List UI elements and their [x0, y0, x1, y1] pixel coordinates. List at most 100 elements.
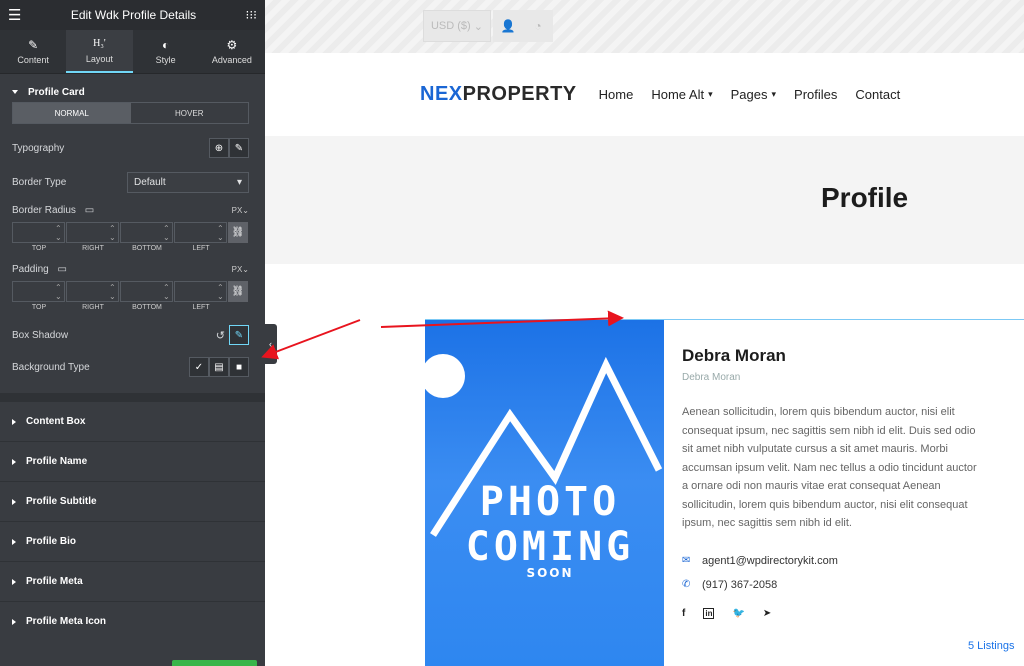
photo-text-2: COMING: [466, 524, 635, 570]
profile-subtitle: Debra Moran: [682, 372, 741, 383]
caret-down-icon: ▾: [236, 177, 242, 188]
email-link[interactable]: agent1@wpdirectorykit.com: [702, 555, 838, 567]
edit-icon[interactable]: ✎: [229, 138, 249, 158]
brush-icon[interactable]: ✓: [189, 357, 209, 377]
units-select[interactable]: PX⌄: [232, 206, 249, 215]
radius-right-input[interactable]: [66, 222, 119, 243]
twitter-icon[interactable]: 🐦: [732, 608, 744, 619]
caret-down-icon: [12, 90, 18, 94]
caret-right-icon: [12, 418, 16, 425]
panel-tabs: ✎ Content H₃' Layout ◐ Style ⚙ Advanced: [0, 30, 265, 74]
padding-left-input[interactable]: [174, 281, 227, 302]
border-radius-inputs: ⛓: [12, 222, 249, 243]
phone-row: ✆ (917) 367-2058: [682, 579, 982, 591]
padding-top-input[interactable]: [12, 281, 65, 302]
tab-content[interactable]: ✎ Content: [0, 30, 66, 73]
listings-link[interactable]: 5 Listings: [968, 640, 1014, 652]
caret-right-icon: [12, 578, 16, 585]
state-normal[interactable]: NORMAL: [13, 103, 131, 123]
nav-home[interactable]: Home: [599, 87, 634, 102]
units-select[interactable]: PX⌄: [232, 265, 249, 274]
profile-name: Debra Moran: [682, 346, 786, 365]
tab-advanced[interactable]: ⚙ Advanced: [199, 30, 265, 73]
section-profile-bio[interactable]: Profile Bio: [0, 521, 265, 561]
linkedin-icon[interactable]: in: [703, 607, 715, 619]
caret-right-icon: [12, 618, 16, 625]
globe-icon[interactable]: ⊕: [209, 138, 229, 158]
page-title: Profile: [821, 182, 909, 213]
background-type-label: Background Type: [12, 361, 90, 373]
box-shadow-label: Box Shadow: [12, 329, 69, 341]
grid-icon[interactable]: ⁝⁝⁝: [246, 8, 257, 22]
panel-title: Edit Wdk Profile Details: [70, 8, 197, 22]
photo-text-1: PHOTO: [480, 479, 620, 525]
page-header: Profile: [265, 136, 1024, 264]
main-nav: NEXPROPERTY Home Home Alt ▾ Pages ▾ Profil…: [265, 53, 1024, 136]
section-content-box[interactable]: Content Box: [0, 401, 265, 441]
page-preview: USD ($) ⌄ 👤 ◔ NEXPROPERTY Home Home Alt ▾…: [265, 0, 1024, 666]
social-links: f in 🐦 ➤: [682, 607, 982, 619]
section-profile-name[interactable]: Profile Name: [0, 441, 265, 481]
video-icon[interactable]: ■: [229, 357, 249, 377]
radius-top-input[interactable]: [12, 222, 65, 243]
facebook-icon[interactable]: f: [682, 608, 685, 619]
padding-right-input[interactable]: [66, 281, 119, 302]
nav-contact[interactable]: Contact: [855, 87, 900, 102]
reset-icon[interactable]: ↺: [216, 329, 225, 342]
top-bar: USD ($) ⌄ 👤 ◔: [265, 0, 1024, 53]
border-radius-label: Border Radius: [12, 205, 76, 216]
background-type-row: Background Type ✓ ▤ ■: [12, 357, 249, 377]
radius-left-input[interactable]: [174, 222, 227, 243]
nav-home-alt[interactable]: Home Alt ▾: [651, 87, 712, 102]
border-type-select[interactable]: Default ▾: [127, 172, 249, 193]
caret-right-icon: [12, 538, 16, 545]
padding-labels: TOP RIGHT BOTTOM LEFT: [31, 304, 210, 311]
tab-layout[interactable]: H₃' Layout: [66, 30, 133, 73]
profile-card-controls: NORMAL HOVER Typography ⊕ ✎ Border Type D…: [0, 102, 265, 377]
padding-bottom-input[interactable]: [120, 281, 173, 302]
edit-icon[interactable]: ✎: [229, 325, 249, 345]
pencil-icon: ✎: [28, 37, 39, 52]
envelope-icon: ✉: [682, 555, 691, 566]
nav-pages[interactable]: Pages ▾: [731, 87, 776, 102]
telegram-icon[interactable]: ➤: [763, 608, 771, 619]
box-shadow-row: Box Shadow ↺ ✎: [12, 325, 249, 345]
typography-row: Typography ⊕ ✎: [12, 138, 249, 158]
padding-row: Padding ▭ PX⌄: [12, 264, 249, 275]
radius-bottom-input[interactable]: [120, 222, 173, 243]
caret-right-icon: [12, 498, 16, 505]
email-row: ✉ agent1@wpdirectorykit.com: [682, 555, 982, 567]
section-divider: [0, 393, 265, 401]
dashboard-icon[interactable]: ◔: [523, 10, 553, 42]
state-hover[interactable]: HOVER: [131, 103, 249, 123]
typography-label: Typography: [12, 142, 65, 154]
heading-icon: H₃': [93, 37, 106, 49]
phone-icon: ✆: [682, 579, 691, 590]
half-circle-icon: ◐: [162, 37, 170, 52]
panel-header: ☰ Edit Wdk Profile Details ⁝⁝⁝: [0, 0, 265, 30]
profile-bio: Aenean sollicitudin, lorem quis bibendum…: [682, 406, 977, 529]
border-type-label: Border Type: [12, 177, 67, 188]
section-profile-meta-icon[interactable]: Profile Meta Icon: [0, 601, 265, 641]
nav-profiles[interactable]: Profiles: [794, 87, 837, 102]
chevron-down-icon: ▾: [708, 89, 713, 99]
tab-style[interactable]: ◐ Style: [133, 30, 199, 73]
phone-link[interactable]: (917) 367-2058: [702, 579, 777, 591]
padding-inputs: ⛓: [12, 281, 249, 302]
border-radius-labels: TOP RIGHT BOTTOM LEFT: [31, 245, 210, 252]
profile-info: Debra Moran Debra Moran Aenean sollicitu…: [682, 346, 982, 619]
desktop-icon[interactable]: ▭: [85, 205, 94, 216]
gradient-icon[interactable]: ▤: [209, 357, 229, 377]
user-add-icon[interactable]: 👤: [493, 10, 523, 42]
update-button[interactable]: [172, 660, 257, 666]
menu-icon[interactable]: ☰: [8, 6, 21, 24]
site-logo[interactable]: NEXPROPERTY: [420, 83, 577, 106]
currency-select[interactable]: USD ($) ⌄: [423, 10, 491, 42]
link-icon[interactable]: ⛓: [228, 222, 248, 243]
photo-text-3: SOON: [526, 566, 573, 580]
desktop-icon[interactable]: ▭: [57, 264, 66, 275]
link-icon[interactable]: ⛓: [228, 281, 248, 302]
state-toggle: NORMAL HOVER: [12, 102, 249, 124]
section-profile-subtitle[interactable]: Profile Subtitle: [0, 481, 265, 521]
section-profile-meta[interactable]: Profile Meta: [0, 561, 265, 601]
